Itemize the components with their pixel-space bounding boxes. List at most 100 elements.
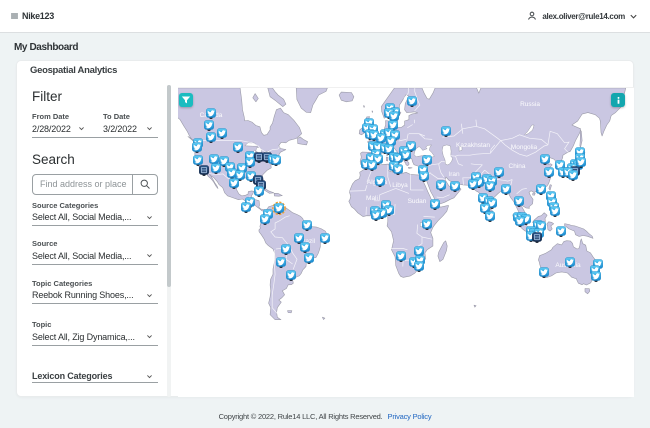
- map-marker-tweet[interactable]: [393, 164, 403, 176]
- map-marker-tweet[interactable]: [229, 178, 239, 190]
- map-marker-tweet[interactable]: [540, 154, 550, 166]
- map-marker-tweet[interactable]: [514, 196, 524, 208]
- map-marker-tweet[interactable]: [539, 267, 549, 279]
- map-marker-tweet[interactable]: [468, 179, 478, 191]
- map-marker-tweet[interactable]: [414, 261, 424, 273]
- map-marker-tweet[interactable]: [556, 226, 566, 238]
- to-date-select[interactable]: 3/2/2022: [103, 123, 153, 134]
- search-input[interactable]: [33, 174, 132, 194]
- chevron-down-icon: [147, 293, 152, 297]
- from-date-select[interactable]: 2/28/2022: [32, 123, 85, 134]
- map-marker-tweet[interactable]: [501, 184, 511, 196]
- world-map[interactable]: CanadaRussiaKazakhstanMongoliaChinaIranA…: [178, 87, 634, 397]
- to-date-value: 3/2/2022: [103, 123, 137, 134]
- map-marker-tweet[interactable]: [206, 108, 216, 120]
- select-topic[interactable]: Select All, Zig Dynamica,...: [32, 331, 153, 342]
- map-marker-tweet[interactable]: [568, 170, 578, 182]
- map-marker-tweet[interactable]: [206, 132, 216, 144]
- map-country-label: Kazakhstan: [456, 142, 490, 149]
- chevron-down-icon: [147, 254, 152, 258]
- user-icon: [528, 11, 537, 20]
- map-marker-tweet[interactable]: [304, 253, 314, 265]
- top-bar: Nike123 alex.oliver@rule14.com: [0, 0, 650, 33]
- map-marker-tweet[interactable]: [430, 199, 440, 211]
- map-marker-tweet[interactable]: [441, 126, 451, 138]
- map-country-label: Sudan: [408, 198, 427, 205]
- map-marker-tweet[interactable]: [300, 242, 310, 254]
- select-value: Select All, Social Media,...: [32, 250, 132, 261]
- map-marker-tweet[interactable]: [536, 184, 546, 196]
- map-marker-tweet[interactable]: [367, 160, 377, 172]
- select-value: Select All, Social Media,...: [32, 212, 132, 222]
- select-label: Source Categories: [32, 200, 99, 210]
- map-marker-cluster[interactable]: [532, 232, 542, 244]
- map-marker-tweet[interactable]: [320, 233, 330, 245]
- lexicon-categories-toggle[interactable]: Lexicon Categories: [32, 371, 153, 382]
- map-marker-tweet[interactable]: [302, 220, 312, 232]
- map-marker-tweet[interactable]: [401, 150, 411, 162]
- map-marker-tweet[interactable]: [211, 163, 221, 175]
- map-marker-tweet[interactable]: [485, 181, 495, 193]
- brand-name[interactable]: Nike123: [22, 11, 54, 21]
- map-marker-tweet[interactable]: [192, 142, 202, 154]
- lexicon-categories-label: Lexicon Categories: [32, 371, 113, 381]
- page-title: My Dashboard: [14, 42, 79, 53]
- map-country-label: Russia: [520, 101, 540, 108]
- map-marker-tweet[interactable]: [407, 96, 417, 108]
- select-source[interactable]: Select All, Social Media,...: [32, 250, 153, 261]
- map-info-button[interactable]: [611, 93, 625, 107]
- map-marker-tweet[interactable]: [494, 167, 504, 179]
- map-marker-tweet[interactable]: [565, 257, 575, 269]
- select-value: Reebok Running Shoes,...: [32, 290, 134, 300]
- map-marker-tweet[interactable]: [276, 257, 286, 269]
- map-marker-tweet[interactable]: [544, 167, 554, 179]
- map-marker-tweet[interactable]: [271, 155, 281, 167]
- filter-panel: Filter From Date 2/28/2022 To Date 3/2/2…: [32, 89, 158, 397]
- map-marker-tweet[interactable]: [241, 202, 251, 214]
- map-marker-tweet[interactable]: [254, 186, 264, 198]
- map-marker-tweet[interactable]: [450, 181, 460, 193]
- map-marker-tweet[interactable]: [260, 214, 270, 226]
- map-marker-tweet[interactable]: [371, 210, 381, 222]
- map-marker-tweet[interactable]: [550, 206, 560, 218]
- chevron-down-icon: [147, 215, 152, 219]
- map-marker-tweet[interactable]: [233, 142, 243, 154]
- map-country-label: Mali: [366, 195, 378, 202]
- map-marker-tweet[interactable]: [515, 216, 525, 228]
- map-marker-tweet[interactable]: [193, 155, 203, 167]
- map-marker-tweet[interactable]: [286, 270, 296, 282]
- map-marker-tweet[interactable]: [396, 251, 406, 263]
- chevron-down-icon: [79, 127, 84, 131]
- map-marker-tweet[interactable]: [422, 155, 432, 167]
- map-marker-tweet[interactable]: [436, 180, 446, 192]
- map-marker-tweet[interactable]: [591, 271, 601, 283]
- map-marker-tweet[interactable]: [485, 211, 495, 223]
- map-marker-tweet[interactable]: [281, 244, 291, 256]
- search-icon: [140, 179, 150, 189]
- map-marker-tweet[interactable]: [245, 157, 255, 169]
- privacy-policy-link[interactable]: Privacy Policy: [388, 412, 432, 421]
- menu-icon[interactable]: [11, 13, 18, 19]
- search-button[interactable]: [132, 174, 157, 194]
- filter-panel-scrollbar[interactable]: [167, 85, 171, 397]
- map-filter-button[interactable]: [179, 93, 193, 107]
- map-marker-tweet[interactable]: [419, 171, 429, 183]
- map-marker-tweet[interactable]: [375, 176, 385, 188]
- map-marker-tweet[interactable]: [576, 157, 586, 169]
- chevron-down-icon: [147, 374, 152, 378]
- search-box: [32, 173, 158, 195]
- card-title: Geospatial Analytics: [30, 65, 118, 76]
- map-marker-tweet[interactable]: [217, 128, 227, 140]
- select-label: Topic Categories: [32, 278, 93, 288]
- scrollbar-thumb[interactable]: [167, 85, 171, 287]
- chevron-down-icon: [147, 335, 152, 339]
- map-marker-tweet[interactable]: [422, 219, 432, 231]
- user-menu[interactable]: alex.oliver@rule14.com: [526, 10, 638, 22]
- select-source-categories[interactable]: Select All, Social Media,...: [32, 212, 153, 223]
- info-icon: [617, 96, 619, 104]
- user-email: alex.oliver@rule14.com: [542, 11, 625, 21]
- map-marker-cluster[interactable]: [199, 165, 209, 177]
- map-marker-tweet[interactable]: [204, 120, 214, 132]
- select-topic-categories[interactable]: Reebok Running Shoes,...: [32, 290, 153, 301]
- search-heading: Search: [32, 151, 75, 167]
